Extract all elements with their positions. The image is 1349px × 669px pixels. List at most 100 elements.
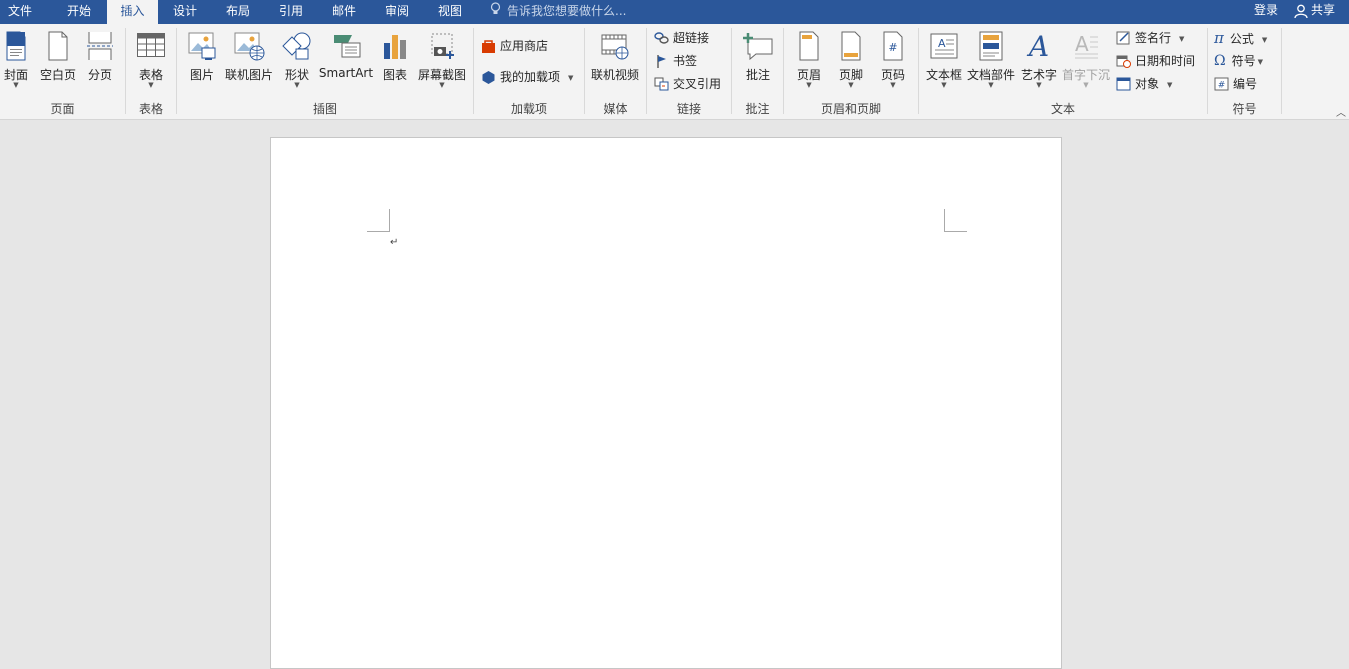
tab-review[interactable]: 审阅 xyxy=(375,0,419,24)
header-icon xyxy=(799,31,819,61)
tab-view[interactable]: 视图 xyxy=(428,0,472,24)
comment-button[interactable]: 批注 xyxy=(740,28,776,94)
document-page[interactable]: ↵ xyxy=(270,137,1062,669)
tell-me-box[interactable]: 告诉我您想要做什么... xyxy=(490,0,626,24)
textbox-icon: A xyxy=(930,33,958,59)
bookmark-flag-icon xyxy=(657,55,666,68)
dropdown-caret-icon: ▼ xyxy=(848,81,854,89)
object-icon xyxy=(1116,77,1131,91)
tab-mailings[interactable]: 邮件 xyxy=(322,0,366,24)
online-video-icon xyxy=(601,34,629,60)
drop-cap-button[interactable]: A 首字下沉 ▼ xyxy=(1060,28,1112,94)
group-separator xyxy=(1281,28,1282,114)
symbol-button[interactable]: Ω 符号 ▼ xyxy=(1214,51,1263,71)
online-video-button[interactable]: 联机视频 xyxy=(589,28,641,94)
calendar-clock-icon xyxy=(1116,55,1131,68)
store-icon xyxy=(482,40,495,53)
online-pictures-button[interactable]: 联机图片 xyxy=(224,28,274,94)
table-button[interactable]: 表格 ▼ xyxy=(134,28,168,94)
group-label-tables: 表格 xyxy=(138,102,163,116)
dropdown-caret-icon: ▼ xyxy=(806,81,812,89)
svg-text:#: # xyxy=(888,41,897,54)
tab-insert[interactable]: 插入 xyxy=(107,0,158,25)
numbering-button[interactable]: # 编号 xyxy=(1214,74,1257,94)
dropdown-caret-icon: ▼ xyxy=(568,74,574,82)
new-comment-icon xyxy=(743,33,773,61)
group-label-header-footer: 页眉和页脚 xyxy=(820,102,881,116)
textbox-button[interactable]: A 文本框 ▼ xyxy=(924,28,964,94)
tab-layout[interactable]: 布局 xyxy=(216,0,260,24)
dropdown-caret-icon: ▼ xyxy=(1261,36,1268,44)
pi-icon: π xyxy=(1214,29,1224,47)
wordart-icon: A xyxy=(1026,31,1049,61)
dropdown-caret-icon: ▼ xyxy=(988,81,994,89)
person-icon xyxy=(1294,4,1308,19)
tell-me-placeholder: 告诉我您想要做什么... xyxy=(507,4,627,18)
dropdown-caret-icon: ▼ xyxy=(294,81,300,89)
page-number-button[interactable]: # 页码 ▼ xyxy=(876,28,910,94)
page-break-button[interactable]: 分页 xyxy=(84,28,116,94)
addins-icon xyxy=(482,71,495,84)
dropdown-caret-icon: ▼ xyxy=(1257,58,1264,66)
share-label: 共享 xyxy=(1311,3,1336,17)
svg-text:A: A xyxy=(938,37,946,50)
shapes-icon xyxy=(282,32,311,60)
dropdown-caret-icon: ▼ xyxy=(1179,35,1185,43)
tab-file[interactable]: 文件 xyxy=(0,0,40,24)
signature-line-button[interactable]: 签名行 ▼ xyxy=(1116,28,1184,48)
page-break-icon xyxy=(87,32,113,60)
svg-text:#: # xyxy=(1218,81,1226,91)
dropdown-caret-icon: ▼ xyxy=(13,81,19,89)
screenshot-button[interactable]: 屏幕截图 ▼ xyxy=(416,28,468,94)
quick-parts-icon xyxy=(979,31,1003,61)
link-icon xyxy=(654,32,669,44)
header-button[interactable]: 页眉 ▼ xyxy=(792,28,826,94)
quick-parts-button[interactable]: 文档部件 ▼ xyxy=(966,28,1016,94)
dropdown-caret-icon: ▼ xyxy=(1083,81,1089,89)
tab-references[interactable]: 引用 xyxy=(269,0,313,24)
dropdown-caret-icon: ▼ xyxy=(1167,81,1173,89)
cover-page-icon xyxy=(6,31,26,61)
group-label-pages: 页面 xyxy=(50,102,75,116)
blank-page-icon xyxy=(48,31,68,61)
group-label-text: 文本 xyxy=(1050,102,1075,116)
wordart-button[interactable]: A 艺术字 ▼ xyxy=(1020,28,1058,94)
footer-button[interactable]: 页脚 ▼ xyxy=(834,28,868,94)
tab-design[interactable]: 设计 xyxy=(163,0,207,24)
object-button[interactable]: 对象 ▼ xyxy=(1116,74,1172,94)
chart-icon xyxy=(384,35,406,59)
chart-button[interactable]: 图表 xyxy=(380,28,410,94)
store-button[interactable]: 应用商店 xyxy=(481,36,548,56)
login-link[interactable]: 登录 xyxy=(1254,0,1278,24)
bookmark-button[interactable]: 书签 xyxy=(654,51,697,71)
group-label-illustrations: 插图 xyxy=(312,102,337,116)
group-label-links: 链接 xyxy=(676,102,701,116)
equation-button[interactable]: π 公式 ▼ xyxy=(1214,28,1267,48)
group-label-comments: 批注 xyxy=(745,102,770,116)
table-icon xyxy=(137,33,165,57)
cross-reference-button[interactable]: 交叉引用 xyxy=(654,74,721,94)
dropdown-caret-icon: ▼ xyxy=(1036,81,1042,89)
collapse-ribbon-icon[interactable]: ︿ xyxy=(1336,104,1346,119)
smartart-button[interactable]: SmartArt xyxy=(318,28,374,94)
dropdown-caret-icon: ▼ xyxy=(148,81,154,89)
footer-icon xyxy=(841,31,861,61)
shapes-button[interactable]: 形状 ▼ xyxy=(282,28,312,94)
share-button[interactable]: 共享 xyxy=(1294,0,1335,24)
my-addins-button[interactable]: 我的加载项 ▼ xyxy=(481,67,573,87)
online-picture-icon xyxy=(234,32,265,61)
hyperlink-button[interactable]: 超链接 xyxy=(654,28,709,48)
date-time-button[interactable]: 日期和时间 xyxy=(1116,51,1195,71)
group-label-media: 媒体 xyxy=(603,102,628,116)
cover-page-button[interactable]: 封面 ▼ xyxy=(1,28,31,94)
signature-line-icon xyxy=(1116,31,1130,45)
pictures-button[interactable]: 图片 xyxy=(186,28,218,94)
svg-text:A: A xyxy=(1026,31,1049,61)
margin-corner-mark xyxy=(367,209,390,232)
ribbon: 封面 ▼ 空白页 分页 页面 表格 ▼ 表格 图片 联机图片 形状 ▼ Smar… xyxy=(0,24,1349,120)
tab-home[interactable]: 开始 xyxy=(57,0,101,24)
drop-cap-icon: A xyxy=(1075,32,1098,59)
blank-page-button[interactable]: 空白页 xyxy=(38,28,78,94)
paragraph-mark: ↵ xyxy=(390,237,399,248)
omega-icon: Ω xyxy=(1214,53,1226,69)
